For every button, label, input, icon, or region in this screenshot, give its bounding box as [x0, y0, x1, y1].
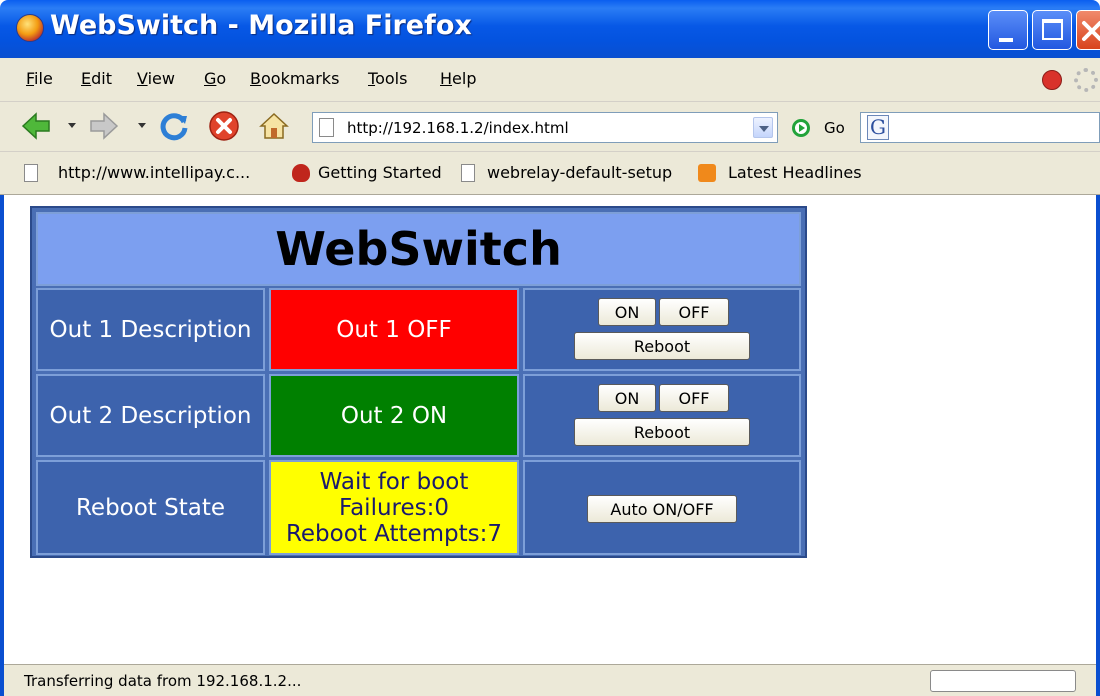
reboot-attempts-count: Reboot Attempts:7 [285, 520, 503, 547]
page-icon [319, 118, 334, 137]
url-input[interactable] [347, 117, 747, 139]
google-search-icon[interactable]: G [867, 115, 889, 140]
menu-tools[interactable]: Tools [368, 69, 407, 88]
page-title: WebSwitch [36, 212, 801, 286]
reboot-state-label: Reboot State [36, 460, 265, 555]
out1-on-button[interactable]: ON [598, 298, 656, 326]
close-button[interactable] [1076, 10, 1100, 50]
search-bar[interactable]: G [860, 112, 1100, 143]
url-dropdown-button[interactable] [753, 117, 773, 138]
status-text: Transferring data from 192.168.1.2... [24, 672, 302, 690]
minimize-icon [999, 38, 1013, 42]
home-icon[interactable] [258, 110, 290, 142]
bookmark-latest-headlines[interactable]: Latest Headlines [728, 163, 862, 182]
getting-started-icon [292, 164, 310, 182]
page-content: WebSwitch Out 1 Description Out 1 OFF ON… [4, 196, 1096, 664]
close-icon [1082, 21, 1100, 41]
out2-off-button[interactable]: OFF [659, 384, 729, 412]
progress-meter [930, 670, 1076, 692]
bookmark-intellipay[interactable]: http://www.intellipay.c... [58, 163, 250, 182]
forward-history-icon[interactable] [138, 123, 146, 128]
out1-description: Out 1 Description [36, 288, 265, 371]
out1-off-button[interactable]: OFF [659, 298, 729, 326]
out1-controls: ON OFF Reboot [523, 288, 801, 371]
menu-view[interactable]: View [137, 69, 175, 88]
navigation-toolbar: Go G [0, 102, 1100, 152]
back-icon[interactable] [20, 110, 52, 142]
firefox-icon [16, 14, 44, 42]
stop-icon[interactable] [208, 110, 240, 142]
out2-on-button[interactable]: ON [598, 384, 656, 412]
bookmark-getting-started[interactable]: Getting Started [318, 163, 442, 182]
reboot-status-line: Wait for boot [319, 468, 469, 495]
bookmark-webrelay-default-setup[interactable]: webrelay-default-setup [487, 163, 672, 182]
bookmarks-toolbar: http://www.intellipay.c... Getting Start… [0, 152, 1100, 195]
out2-description: Out 2 Description [36, 374, 265, 457]
go-icon[interactable] [792, 119, 810, 137]
throbber-icon [1074, 68, 1098, 92]
status-bar: Transferring data from 192.168.1.2... [4, 664, 1096, 696]
maximize-button[interactable] [1032, 10, 1072, 50]
go-button[interactable]: Go [824, 119, 845, 137]
chevron-down-icon [759, 126, 769, 132]
menu-help[interactable]: Help [440, 69, 476, 88]
page-icon [24, 164, 38, 182]
out1-state: Out 1 OFF [269, 288, 519, 371]
back-history-icon[interactable] [68, 123, 76, 128]
out2-state: Out 2 ON [269, 374, 519, 457]
out1-reboot-button[interactable]: Reboot [574, 332, 750, 360]
rss-icon [698, 164, 716, 182]
out2-controls: ON OFF Reboot [523, 374, 801, 457]
webswitch-table: WebSwitch Out 1 Description Out 1 OFF ON… [30, 206, 807, 558]
menu-file[interactable]: File [26, 69, 53, 88]
failures-count: Failures:0 [338, 494, 450, 521]
menu-bar: File Edit View Go Bookmarks Tools Help [0, 58, 1100, 102]
reboot-state-value: Wait for boot Failures:0 Reboot Attempts… [269, 460, 519, 555]
address-bar[interactable] [312, 112, 778, 143]
window-title: WebSwitch - Mozilla Firefox [50, 10, 472, 41]
menu-bookmarks[interactable]: Bookmarks [250, 69, 339, 88]
out2-reboot-button[interactable]: Reboot [574, 418, 750, 446]
forward-icon[interactable] [88, 110, 120, 142]
page-icon [461, 164, 475, 182]
stop-indicator-icon [1042, 70, 1062, 90]
minimize-button[interactable] [988, 10, 1028, 50]
title-bar[interactable]: WebSwitch - Mozilla Firefox [0, 0, 1100, 58]
menu-go[interactable]: Go [204, 69, 226, 88]
maximize-icon [1042, 19, 1063, 40]
menu-edit[interactable]: Edit [81, 69, 112, 88]
auto-on-off-button[interactable]: Auto ON/OFF [587, 495, 737, 523]
reboot-controls: Auto ON/OFF [523, 460, 801, 555]
reload-icon[interactable] [158, 110, 190, 142]
